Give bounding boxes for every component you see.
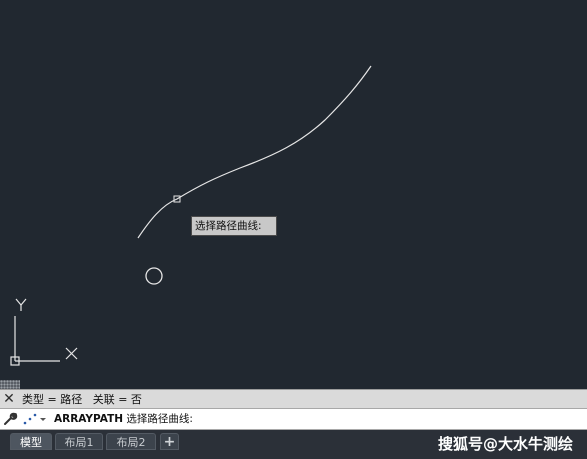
dynamic-input-tooltip: 选择路径曲线: — [191, 216, 277, 236]
ucs-icon — [10, 298, 78, 366]
command-name: ARRAYPATH — [54, 413, 124, 425]
command-prompt: 选择路径曲线: — [126, 413, 193, 425]
command-history-text: 类型 = 路径 关联 = 否 — [22, 393, 142, 406]
drawing-canvas[interactable] — [0, 0, 587, 380]
add-layout-button[interactable]: + — [160, 433, 179, 450]
command-line[interactable]: ARRAYPATH 选择路径曲线: — [0, 408, 587, 430]
path-curve[interactable] — [137, 65, 372, 239]
layout-tab-bar: 模型 布局1 布局2 + 搜狐号@大水牛测绘 — [0, 430, 587, 459]
tab-model[interactable]: 模型 — [10, 433, 52, 450]
command-prompt-icon[interactable] — [22, 412, 50, 426]
wrench-icon[interactable] — [2, 411, 18, 427]
watermark: 搜狐号@大水牛测绘 — [437, 435, 573, 453]
tab-layout1[interactable]: 布局1 — [55, 433, 103, 450]
tab-layout2[interactable]: 布局2 — [106, 433, 156, 450]
close-icon[interactable]: ✕ — [0, 390, 18, 409]
command-line-grip[interactable] — [0, 380, 20, 389]
crosshair-circle-icon — [145, 267, 163, 285]
command-history: ✕ 类型 = 路径 关联 = 否 — [0, 389, 587, 409]
